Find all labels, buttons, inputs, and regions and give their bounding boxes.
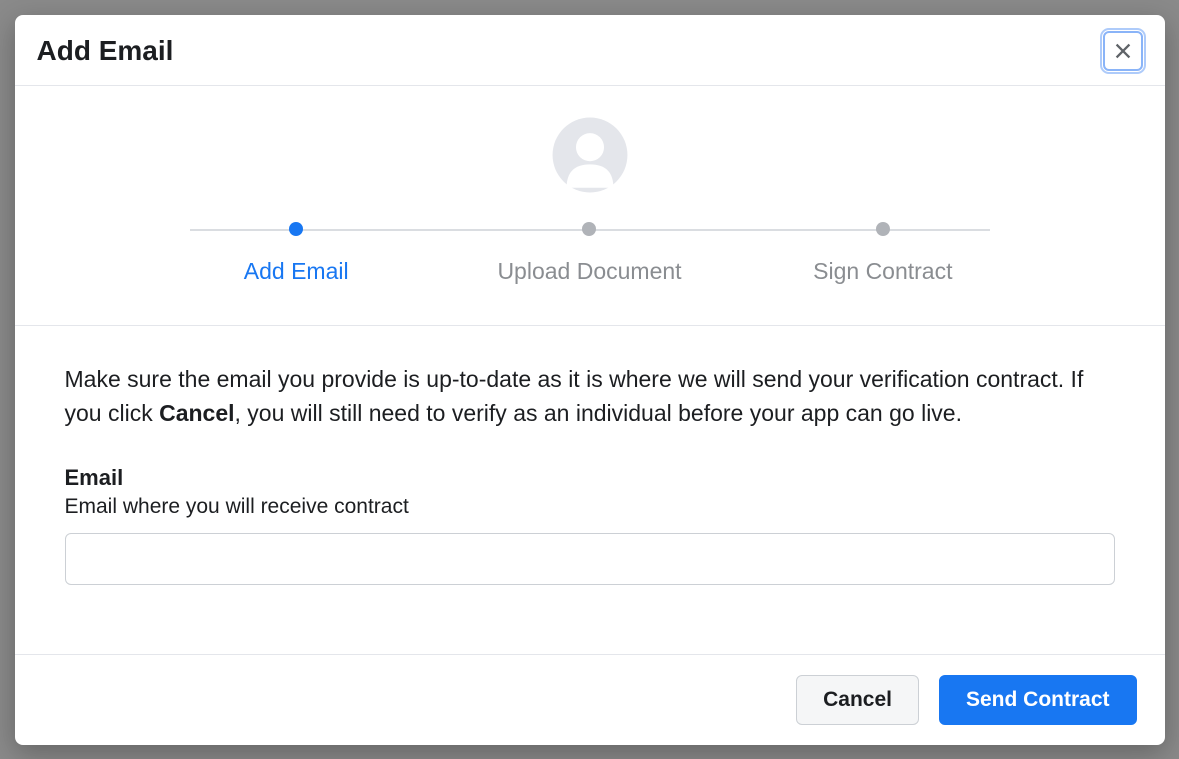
add-email-modal: Add Email Add Email [15, 15, 1165, 745]
modal-footer: Cancel Send Contract [15, 654, 1165, 745]
step-upload-document: Upload Document [443, 222, 736, 285]
person-silhouette-icon [551, 116, 629, 194]
step-dot-active [289, 222, 303, 236]
step-dot [582, 222, 596, 236]
modal-body: Make sure the email you provide is up-to… [15, 326, 1165, 654]
email-input[interactable] [65, 533, 1115, 585]
email-field-help: Email where you will receive contract [65, 495, 1115, 519]
step-dot [876, 222, 890, 236]
instruction-text-part2: , you will still need to verify as an in… [235, 400, 962, 426]
close-button[interactable] [1103, 31, 1143, 71]
email-field-label: Email [65, 465, 1115, 491]
instruction-text: Make sure the email you provide is up-to… [65, 362, 1115, 431]
step-add-email: Add Email [150, 222, 443, 285]
modal-title: Add Email [37, 35, 174, 67]
stepper: Add Email Upload Document Sign Contract [150, 222, 1030, 285]
step-sign-contract: Sign Contract [736, 222, 1029, 285]
avatar-placeholder [551, 116, 629, 194]
stepper-section: Add Email Upload Document Sign Contract [15, 86, 1165, 326]
step-label: Upload Document [497, 258, 681, 285]
instruction-text-bold: Cancel [159, 400, 234, 426]
cancel-button[interactable]: Cancel [796, 675, 919, 725]
modal-header: Add Email [15, 15, 1165, 86]
step-label: Add Email [244, 258, 349, 285]
step-label: Sign Contract [813, 258, 952, 285]
send-contract-button[interactable]: Send Contract [939, 675, 1137, 725]
close-icon [1112, 40, 1134, 62]
